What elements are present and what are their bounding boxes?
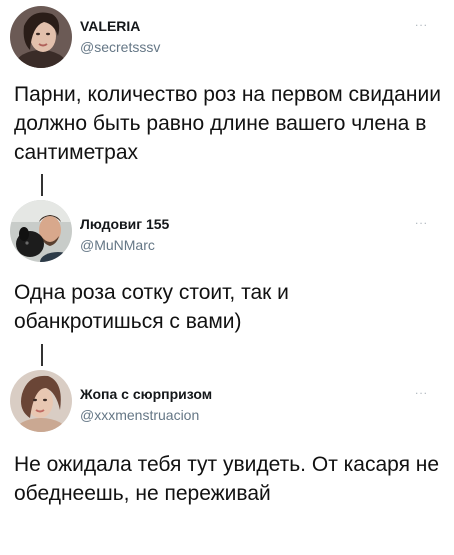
avatar[interactable] [10, 200, 72, 262]
user-name[interactable]: VALERIA [80, 18, 140, 34]
user-name[interactable]: Людовиг 155 [80, 216, 169, 232]
user-handle[interactable]: @secretsssv [80, 39, 160, 55]
user-name[interactable]: Жопа с сюрпризом [80, 386, 212, 402]
thread-connector-line [41, 344, 43, 366]
avatar[interactable] [10, 370, 72, 432]
avatar-photo-woman-icon [10, 6, 72, 68]
more-options-icon[interactable]: ... [415, 214, 428, 226]
avatar-photo-woman-icon [10, 370, 72, 432]
tweet-text: Парни, количество роз на первом свидании… [14, 83, 441, 164]
avatar-photo-man-with-dog-icon [10, 200, 72, 262]
more-options-icon[interactable]: ... [415, 384, 428, 396]
user-handle[interactable]: @xxxmenstruacion [80, 407, 199, 423]
more-options-icon[interactable]: ... [415, 16, 428, 28]
tweet-text: Одна роза сотку стоит, так и обанкротишь… [14, 281, 289, 333]
user-handle[interactable]: @MuNMarc [80, 237, 155, 253]
tweet-text: Не ожидала тебя тут увидеть. От касаря н… [14, 453, 440, 505]
thread-connector-line [41, 174, 43, 196]
avatar[interactable] [10, 6, 72, 68]
